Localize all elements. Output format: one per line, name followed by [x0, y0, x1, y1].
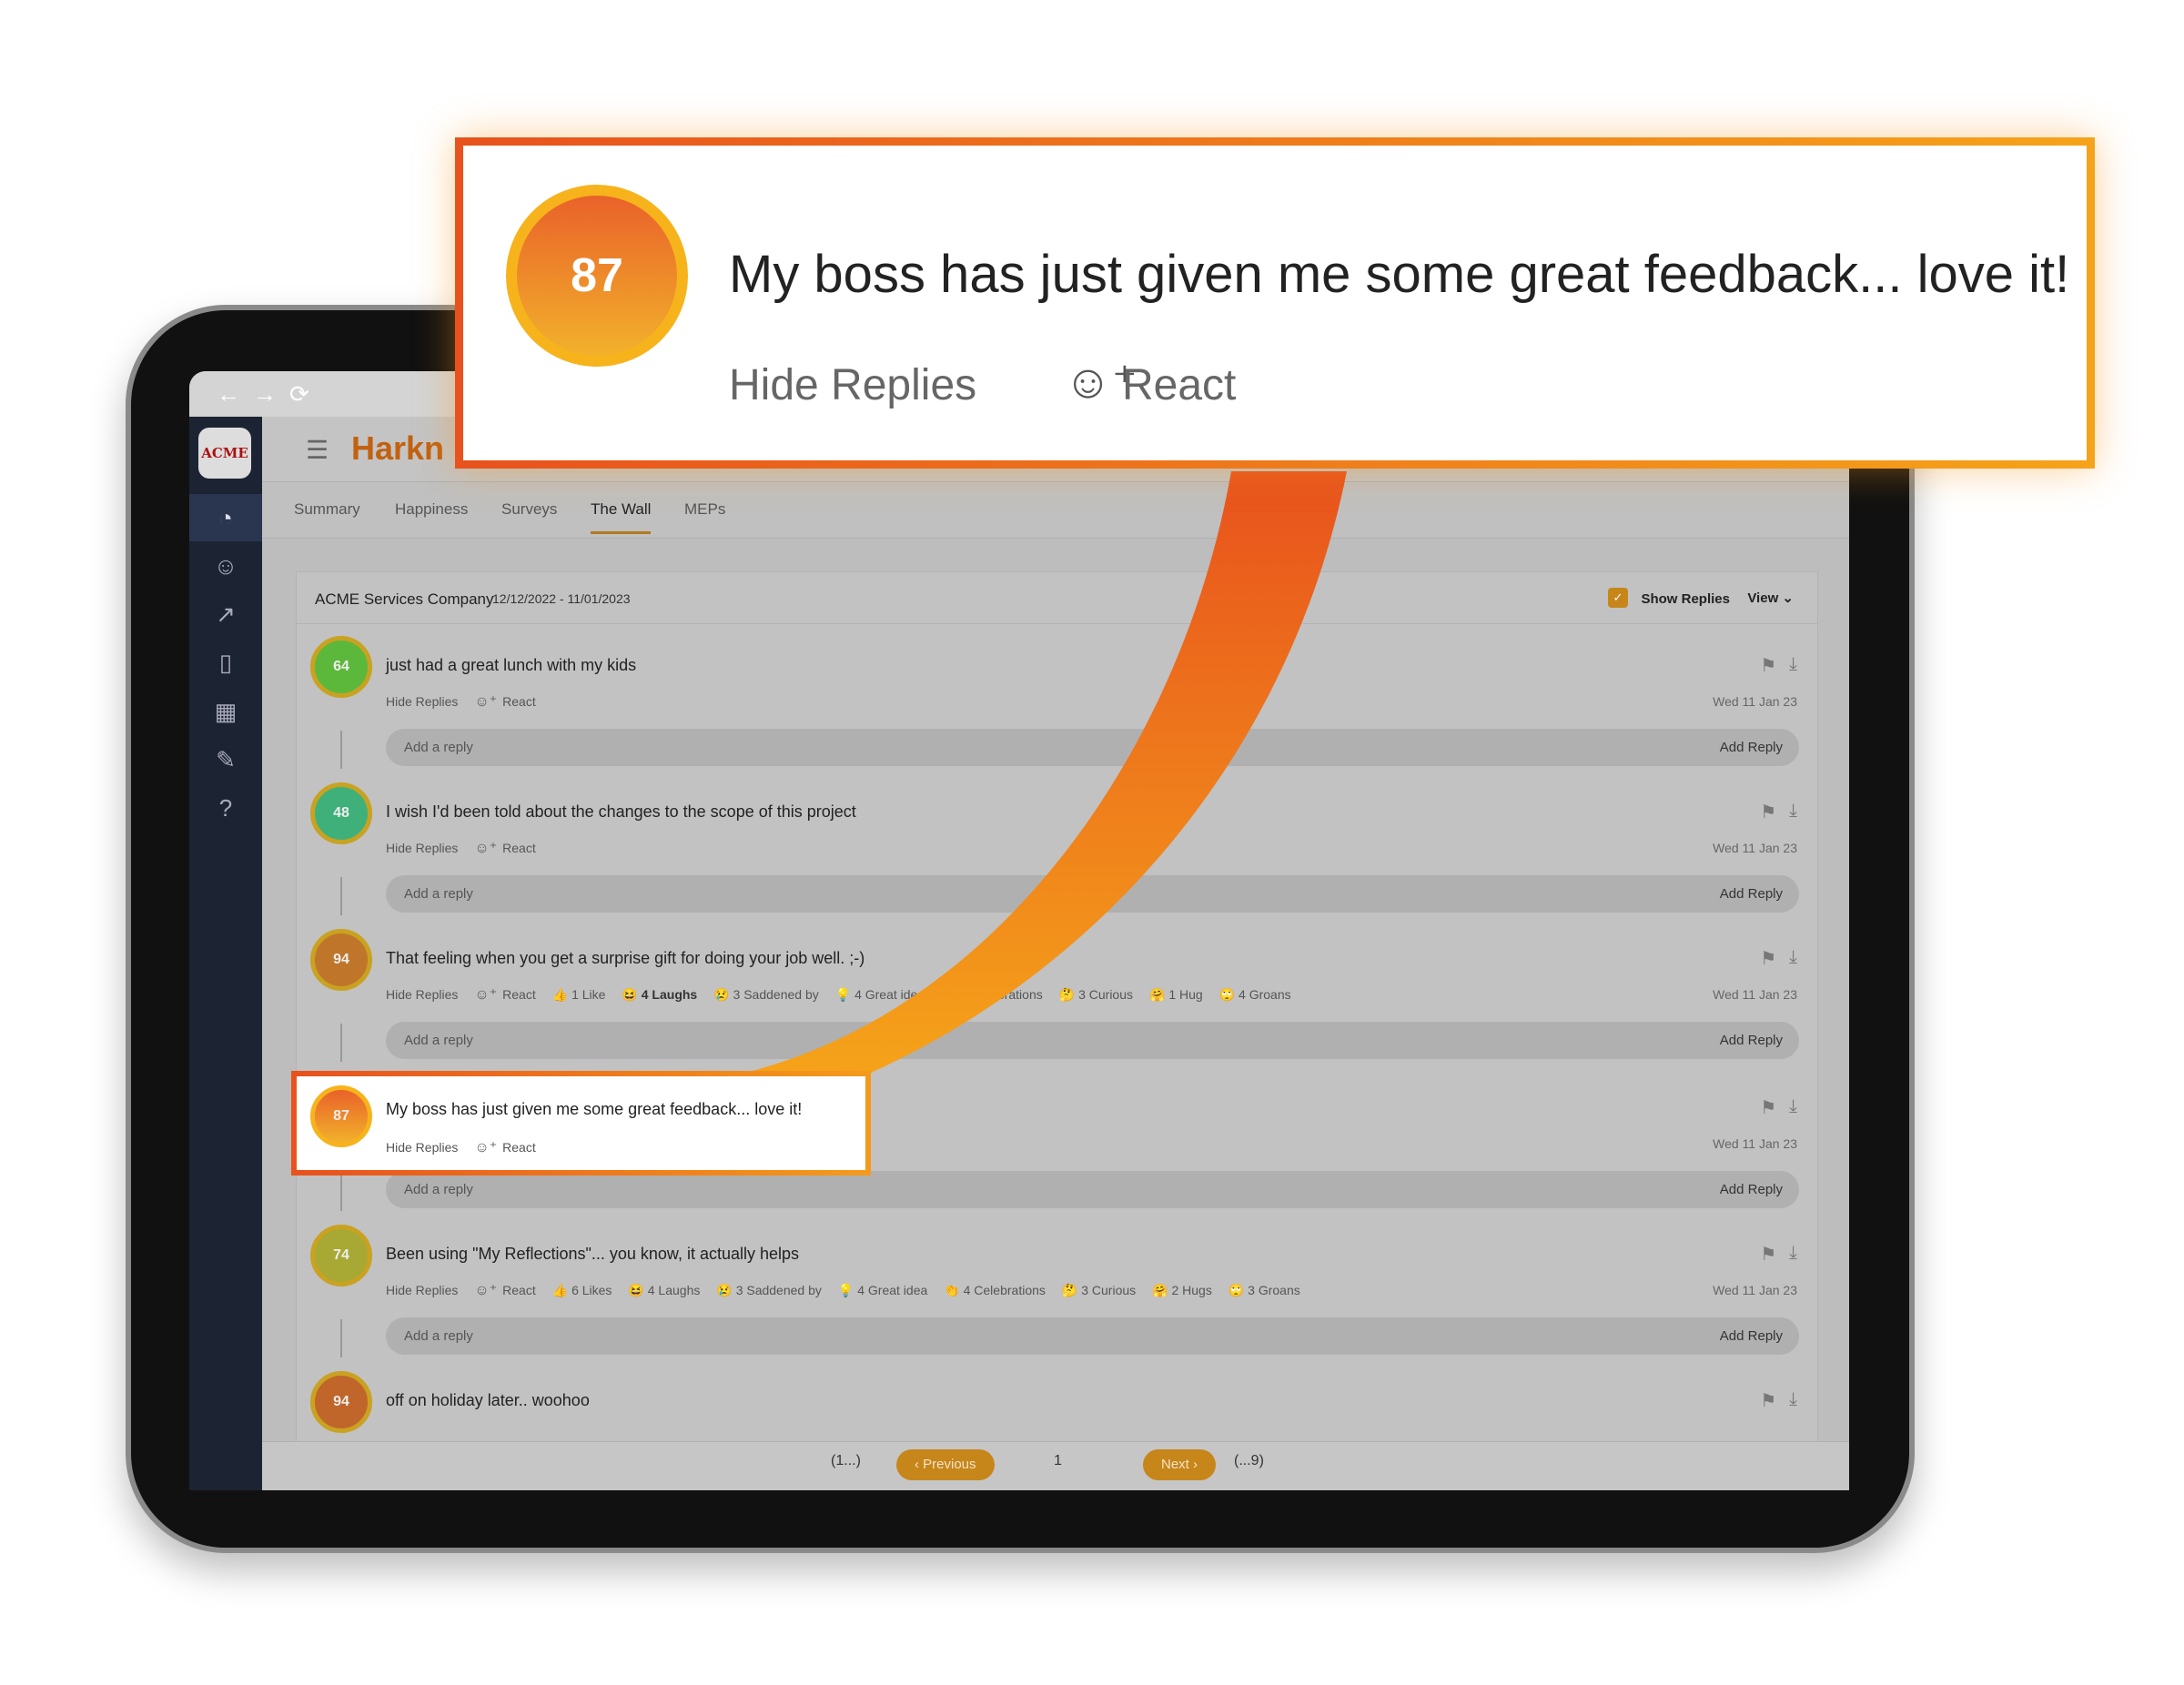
hide-replies-button[interactable]: Hide Replies [386, 1140, 458, 1155]
react-button[interactable]: ☺⁺ React [474, 1138, 535, 1156]
score-badge: 87 [506, 185, 688, 367]
post-text: My boss has just given me some great fee… [386, 1100, 803, 1118]
react-label: React [502, 1140, 536, 1155]
react-icon: ☺⁺ [474, 1140, 498, 1155]
score-badge: 87 [310, 1085, 372, 1147]
react-button[interactable]: React [1122, 360, 1236, 410]
zoom-callout: 87 My boss has just given me some great … [455, 137, 2095, 469]
post-text: My boss has just given me some great fee… [729, 245, 2070, 304]
highlighted-post: 87 My boss has just given me some great … [291, 1071, 871, 1175]
hide-replies-button[interactable]: Hide Replies [729, 360, 976, 410]
post-actions: Hide Replies ☺⁺ React [386, 1138, 536, 1156]
